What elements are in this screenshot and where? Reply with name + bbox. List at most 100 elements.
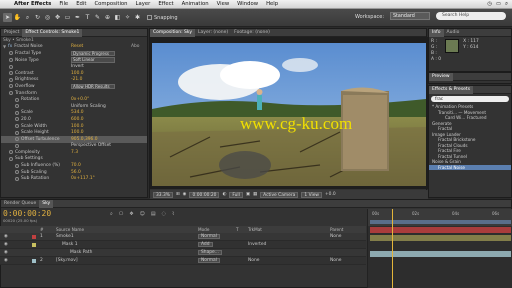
property-value[interactable]: 0x+117.1° [71, 176, 95, 181]
tab-preview[interactable]: Preview [429, 72, 453, 81]
label-color-swatch[interactable] [32, 259, 36, 263]
battery-icon[interactable]: ▭ [496, 1, 501, 7]
rotate-tool-icon[interactable]: ↻ [33, 13, 42, 22]
effect-property-row[interactable]: Brightness -21.0 [1, 77, 147, 84]
collapse-triangle-icon[interactable]: ▼ [3, 44, 6, 49]
property-checkbox[interactable]: Perspective Offset [71, 143, 111, 148]
tab-effects-presets[interactable]: Effects & Presets [429, 85, 474, 94]
effects-list-item[interactable]: Fractal Noise [429, 164, 511, 170]
visibility-eye-icon[interactable]: ◉ [4, 258, 8, 263]
label-color-swatch[interactable] [32, 235, 36, 239]
stopwatch-icon[interactable] [15, 137, 19, 142]
layer-mode-select[interactable]: Normal [198, 257, 220, 263]
menu-effect[interactable]: Effect [154, 1, 177, 7]
visibility-eye-icon[interactable]: ◉ [4, 242, 8, 247]
grid-icon[interactable]: ⊞ [176, 192, 180, 197]
track-matte-select[interactable]: Inverted [248, 242, 266, 247]
property-value[interactable]: 0x+0.0° [71, 97, 89, 102]
stopwatch-icon[interactable] [9, 84, 13, 89]
tab-render-queue[interactable]: Render Queue [1, 200, 39, 208]
frame-blend-icon[interactable]: ▤ [151, 211, 156, 217]
effect-property-row[interactable]: Complexity 7.3 [1, 149, 147, 156]
property-value[interactable]: -21.0 [71, 77, 82, 82]
menu-view[interactable]: View [213, 1, 234, 7]
effect-property-row[interactable]: Sub Settings [1, 156, 147, 163]
effect-property-row[interactable]: 20.0 600.0 [1, 116, 147, 123]
stopwatch-icon[interactable] [15, 163, 19, 168]
layer-row[interactable]: ◉ 2 [Sky.mov] Normal None None [0, 257, 366, 265]
zoom-tool-icon[interactable]: ⌕ [23, 13, 32, 22]
effect-property-row[interactable]: Noise Type Soft Linear [1, 57, 147, 64]
stopwatch-icon[interactable] [9, 58, 13, 63]
transparency-grid-icon[interactable]: ▦ [253, 192, 257, 197]
graph-editor-icon[interactable]: ⌇ [172, 211, 174, 217]
stopwatch-icon[interactable] [9, 64, 13, 69]
roto-tool-icon[interactable]: ✧ [123, 13, 132, 22]
stopwatch-icon[interactable] [15, 143, 19, 148]
stopwatch-icon[interactable] [15, 110, 19, 115]
effect-property-row[interactable]: Contrast 100.0 [1, 70, 147, 77]
effect-property-row[interactable]: Rotation 0x+0.0° [1, 96, 147, 103]
layer-row[interactable]: ◉ Mask Path Shape... [0, 249, 366, 257]
eraser-tool-icon[interactable]: ◧ [113, 13, 122, 22]
effect-property-row[interactable]: Sub Scaling 56.0 [1, 169, 147, 176]
tab-info[interactable]: Info [429, 28, 444, 37]
property-value[interactable]: 70.0 [71, 163, 81, 168]
layer-row[interactable]: ◉ Mask 1 Add Inverted [0, 241, 366, 249]
menu-layer[interactable]: Layer [132, 1, 155, 7]
pen-tool-icon[interactable]: ✒ [73, 13, 82, 22]
search-help-input[interactable]: Search Help [436, 12, 506, 20]
layer-row[interactable]: ◉ 1 Smoke1 Normal None [0, 233, 366, 241]
stopwatch-icon[interactable] [15, 176, 19, 181]
type-tool-icon[interactable]: T [83, 13, 92, 22]
fx-icon[interactable]: fx [8, 44, 12, 49]
stopwatch-icon[interactable] [9, 51, 13, 56]
stopwatch-icon[interactable] [15, 104, 19, 109]
current-time-indicator[interactable] [392, 209, 393, 288]
zoom-select[interactable]: 33.3% [153, 191, 173, 198]
stopwatch-icon[interactable] [9, 156, 13, 161]
stopwatch-icon[interactable] [15, 117, 19, 122]
layer-name[interactable]: Mask Path [70, 250, 92, 255]
layer-mode-select[interactable]: Add [198, 241, 213, 247]
effect-property-row[interactable]: Offset Turbulence 905.0,396.0 [1, 135, 147, 143]
stopwatch-icon[interactable] [15, 170, 19, 175]
property-value[interactable]: 100.0 [71, 71, 84, 76]
effect-property-row[interactable]: Scale Width 100.0 [1, 123, 147, 130]
puppet-tool-icon[interactable]: ✱ [133, 13, 142, 22]
effect-property-row[interactable]: Scale 534.0 [1, 110, 147, 117]
tab-project[interactable]: Project [1, 29, 22, 37]
property-value[interactable]: 600.0 [71, 117, 84, 122]
effect-property-row[interactable]: Overflow Allow HDR Results [1, 83, 147, 90]
time-ruler[interactable]: 00s 02s 04s 06s [367, 209, 512, 226]
visibility-eye-icon[interactable]: ◉ [4, 250, 8, 255]
property-value[interactable]: 100.0 [71, 124, 84, 129]
timeline-timecode[interactable]: 0:00:00:20 [3, 209, 51, 218]
exposure-value[interactable]: +0.0 [325, 192, 336, 197]
clock-icon[interactable]: ◷ [487, 1, 492, 7]
menu-help[interactable]: Help [262, 1, 282, 7]
stopwatch-icon[interactable] [15, 124, 19, 129]
pan-behind-tool-icon[interactable]: ✥ [53, 13, 62, 22]
brush-tool-icon[interactable]: ✎ [93, 13, 102, 22]
menu-app[interactable]: After Effects [10, 1, 55, 7]
stopwatch-icon[interactable] [9, 91, 13, 96]
label-color-swatch[interactable] [32, 243, 36, 247]
rectangle-tool-icon[interactable]: ▭ [63, 13, 72, 22]
motion-blur-icon[interactable]: ◌ [162, 211, 166, 217]
property-value[interactable]: 100.0 [71, 130, 84, 135]
property-checkbox[interactable]: Invert [71, 64, 84, 69]
effect-property-row[interactable]: Sub Rotation 0x+117.1° [1, 175, 147, 182]
tab-audio[interactable]: Audio [444, 29, 463, 37]
property-dropdown[interactable]: Dynamic Progress [71, 50, 115, 57]
effect-property-row[interactable]: Uniform Scaling [1, 103, 147, 110]
snapping-toggle[interactable]: Snapping [147, 15, 178, 21]
stopwatch-icon[interactable] [9, 150, 13, 155]
composition-viewer[interactable]: www.cg-ku.com [150, 37, 428, 189]
camera-select[interactable]: Active Camera [260, 191, 299, 198]
menu-edit[interactable]: Edit [72, 1, 90, 7]
color-channel-icon[interactable]: ◐ [222, 192, 226, 197]
camera-tool-icon[interactable]: ◎ [43, 13, 52, 22]
effect-property-row[interactable]: Scale Height 100.0 [1, 129, 147, 136]
snapping-checkbox[interactable] [147, 15, 152, 20]
